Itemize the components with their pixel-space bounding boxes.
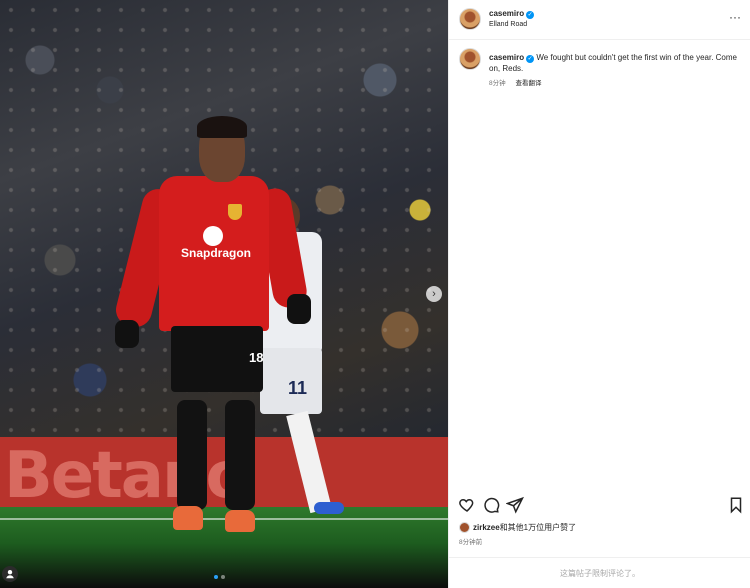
post-time: 8分钟前 (459, 539, 483, 546)
avatar[interactable] (459, 522, 470, 533)
main-player: Snapdragon 18 (112, 116, 315, 538)
player-number: 18 (249, 350, 264, 365)
sponsor-text: Snapdragon (181, 246, 252, 260)
carousel-next-icon[interactable]: › (426, 286, 442, 302)
location-link[interactable]: Elland Road (489, 21, 527, 28)
action-bar (449, 496, 750, 516)
bookmark-icon[interactable] (727, 496, 745, 514)
caption-time: 8分钟 (489, 80, 506, 87)
heart-icon[interactable] (458, 496, 476, 514)
club-crest-icon (228, 204, 242, 220)
carousel-dots (214, 575, 225, 579)
carousel-dot (214, 575, 218, 579)
verified-icon: ✓ (526, 55, 535, 63)
likes-user-link[interactable]: zirkzee (473, 523, 500, 532)
verified-icon: ✓ (526, 11, 535, 19)
post-media[interactable]: Betano 11 Snapdragon 18 › (0, 0, 448, 588)
post-header: casemiro ✓ Elland Road ··· (449, 0, 750, 40)
comments-restricted-notice: 这篇帖子限制评论了。 (560, 569, 640, 578)
avatar[interactable] (459, 8, 481, 30)
avatar[interactable] (459, 48, 481, 70)
more-icon[interactable]: ··· (729, 10, 741, 24)
comment-icon[interactable] (482, 496, 500, 514)
username-link[interactable]: casemiro (489, 9, 524, 18)
post-side-panel: casemiro ✓ Elland Road ··· casemiro ✓ We f… (448, 0, 750, 588)
share-icon[interactable] (505, 496, 524, 514)
caption-username[interactable]: casemiro (489, 53, 524, 62)
comment-bar: 这篇帖子限制评论了。 (449, 557, 750, 588)
carousel-dot (221, 575, 225, 579)
translate-link[interactable]: 查看翻译 (515, 80, 541, 87)
sponsor-logo-icon (203, 226, 223, 246)
tag-user-icon[interactable] (2, 566, 18, 582)
likes-summary: zirkzee和其他1万位用户赞了 (459, 522, 576, 533)
likes-text[interactable]: 和其他1万位用户赞了 (500, 523, 576, 532)
